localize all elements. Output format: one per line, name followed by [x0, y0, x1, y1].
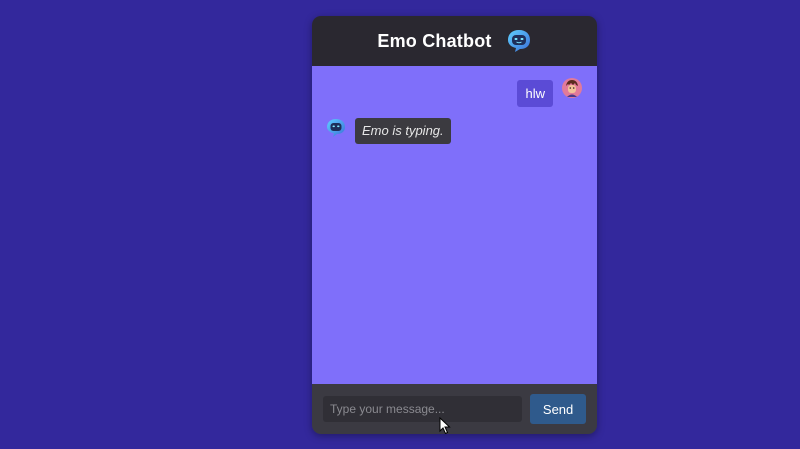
message-list: hlw Emo is typing. [312, 66, 597, 384]
chat-title: Emo Chatbot [377, 30, 492, 51]
bot-message-row: Emo is typing. [326, 118, 451, 144]
chat-window: Emo Chatbot hlw Emo is typing. Type your… [312, 16, 597, 434]
send-button[interactable]: Send [530, 394, 586, 424]
user-avatar-icon [561, 77, 583, 99]
chatbot-face-icon [506, 28, 532, 54]
message-input[interactable] [323, 396, 523, 422]
mouse-cursor-icon [439, 417, 451, 435]
bot-typing-bubble: Emo is typing. [355, 118, 451, 144]
user-message-bubble: hlw [517, 80, 553, 107]
bot-avatar-icon [326, 118, 346, 138]
composer-bar: Send [312, 384, 597, 434]
chat-header: Emo Chatbot [312, 16, 597, 66]
user-message-row: hlw [517, 77, 583, 107]
